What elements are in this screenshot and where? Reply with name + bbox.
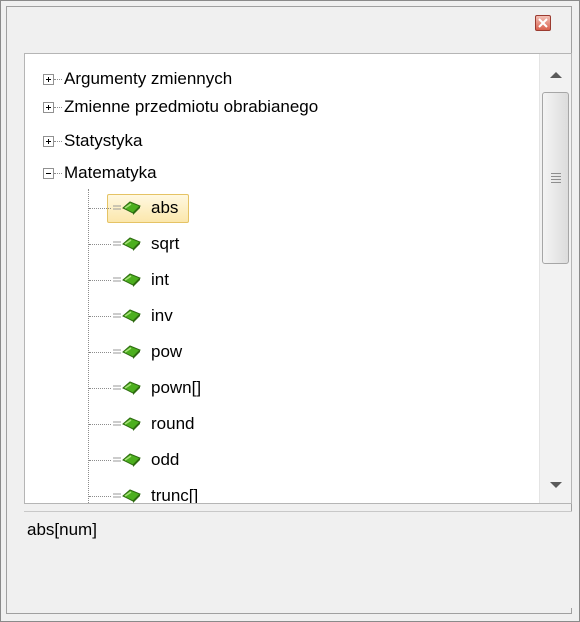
function-label: round xyxy=(151,414,195,433)
collapse-minus-icon[interactable] xyxy=(43,168,54,179)
close-button[interactable] xyxy=(535,15,551,31)
function-label: inv xyxy=(151,306,173,325)
tree-connector xyxy=(88,189,89,503)
function-icon xyxy=(113,381,141,395)
function-icon xyxy=(113,309,141,323)
function-label: int xyxy=(151,270,169,289)
tree-group-label: Argumenty zmiennych xyxy=(64,69,233,88)
function-label: pown[] xyxy=(151,378,202,397)
tree-connector-branch xyxy=(89,208,111,209)
tree-connector-branch xyxy=(89,280,111,281)
close-icon xyxy=(538,18,548,28)
function-label: odd xyxy=(151,450,180,469)
tree-connector-branch xyxy=(89,424,111,425)
function-icon xyxy=(113,237,141,251)
tree-group-label: Matematyka xyxy=(64,163,157,182)
function-label: abs xyxy=(151,198,179,217)
tree-content: Argumenty zmiennych Zmienne przedmiotu o… xyxy=(25,54,539,503)
function-icon xyxy=(113,417,141,431)
function-icon xyxy=(113,489,141,503)
tree-group-label: Statystyka xyxy=(64,131,143,150)
tree-group-label: Zmienne przedmiotu obrabianego xyxy=(64,97,319,116)
function-icon xyxy=(113,345,141,359)
expand-plus-icon[interactable] xyxy=(43,74,54,85)
function-label: sqrt xyxy=(151,234,180,253)
function-description-panel: abs[num] xyxy=(24,511,572,608)
scroll-down-arrow-icon[interactable] xyxy=(540,476,572,496)
function-tree[interactable]: Argumenty zmiennych Zmienne przedmiotu o… xyxy=(24,53,572,504)
function-label: pow xyxy=(151,342,183,361)
expand-plus-icon[interactable] xyxy=(43,136,54,147)
tree-connector-branch xyxy=(89,496,111,497)
tree-connector-branch xyxy=(89,460,111,461)
tree-connector-branch xyxy=(89,388,111,389)
tree-connector-branch xyxy=(89,316,111,317)
scrollbar-thumb[interactable] xyxy=(542,92,569,264)
scrollbar-grip-icon xyxy=(551,173,561,185)
function-signature: abs[num] xyxy=(27,520,97,539)
function-label: trunc[] xyxy=(151,486,199,503)
vertical-scrollbar[interactable] xyxy=(539,54,571,503)
function-icon xyxy=(113,273,141,287)
tree-connector-branch xyxy=(89,244,111,245)
function-icon xyxy=(113,453,141,467)
scroll-up-arrow-icon[interactable] xyxy=(540,64,572,84)
expand-plus-icon[interactable] xyxy=(43,102,54,113)
tree-connector-branch xyxy=(89,352,111,353)
function-icon xyxy=(113,201,141,215)
